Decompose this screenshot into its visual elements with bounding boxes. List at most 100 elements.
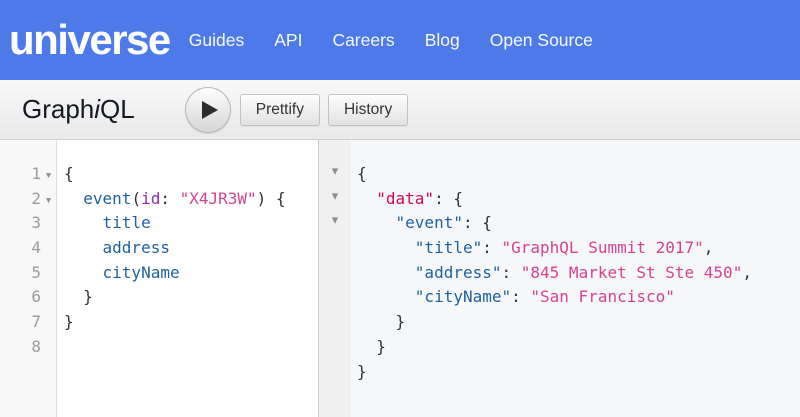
line-number: 5 <box>31 261 41 286</box>
query-code[interactable]: { event(id: "X4JR3W") { title address ci… <box>57 140 318 417</box>
fold-slot <box>319 335 351 360</box>
code-line: event(id: "X4JR3W") { <box>64 187 318 212</box>
code-token: } <box>64 312 74 331</box>
gutter-row: 5 <box>0 261 56 286</box>
fold-arrow-icon[interactable]: ▾ <box>41 187 56 214</box>
code-line: "address": "845 Market St Ste 450", <box>357 261 800 286</box>
history-button[interactable]: History <box>328 94 408 126</box>
code-token <box>357 263 415 282</box>
code-line <box>64 335 318 360</box>
code-line: address <box>64 236 318 261</box>
code-line: } <box>64 310 318 335</box>
nav-item-guides[interactable]: Guides <box>189 30 244 51</box>
fold-slot <box>319 360 351 385</box>
gutter-row: 1▾ <box>0 162 56 187</box>
graphiql-toolbar: GraphiQL Prettify History <box>0 80 800 140</box>
code-line: } <box>357 360 800 385</box>
code-token: cityName <box>103 263 180 282</box>
code-token: title <box>103 213 151 232</box>
code-token: } <box>357 312 405 331</box>
execute-button[interactable] <box>185 87 231 133</box>
code-token: "San Francisco" <box>530 287 675 306</box>
gutter-row: 7 <box>0 310 56 335</box>
code-line: title <box>64 211 318 236</box>
main-nav: Guides API Careers Blog Open Source <box>189 30 623 51</box>
editor-area: 1▾2▾345678 { event(id: "X4JR3W") { title… <box>0 140 800 417</box>
code-token: : <box>502 263 521 282</box>
code-token: "cityName" <box>415 287 511 306</box>
line-number: 4 <box>31 236 41 261</box>
code-token <box>357 238 415 257</box>
code-line: } <box>357 310 800 335</box>
code-line: { <box>357 162 800 187</box>
code-token: } <box>64 287 93 306</box>
line-number: 2 <box>31 187 41 212</box>
fold-slot <box>319 261 351 286</box>
code-token: address <box>103 238 170 257</box>
line-number: 1 <box>31 162 41 187</box>
nav-item-blog[interactable]: Blog <box>425 30 460 51</box>
fold-slot <box>319 236 351 261</box>
code-line: { <box>64 162 318 187</box>
fold-arrow-icon[interactable]: ▾ <box>319 211 351 236</box>
code-line: "cityName": "San Francisco" <box>357 285 800 310</box>
code-token: "address" <box>415 263 502 282</box>
fold-arrow-icon[interactable]: ▾ <box>41 162 56 189</box>
fold-slot <box>319 285 351 310</box>
code-line: "event": { <box>357 211 800 236</box>
play-icon <box>202 101 218 119</box>
result-fold-gutter: ▾▾▾ <box>318 140 351 417</box>
code-token: : { <box>463 213 492 232</box>
site-header: universe Guides API Careers Blog Open Source <box>0 0 800 80</box>
code-token: { <box>357 164 367 183</box>
code-token: } <box>357 362 367 381</box>
code-token: "title" <box>415 238 482 257</box>
nav-item-api[interactable]: API <box>274 30 302 51</box>
gutter-row: 4 <box>0 236 56 261</box>
code-token: : <box>482 238 501 257</box>
code-token: event <box>83 189 131 208</box>
code-token: "GraphQL Summit 2017" <box>502 238 704 257</box>
page: universe Guides API Careers Blog Open Source… <box>0 0 800 417</box>
code-line: } <box>357 335 800 360</box>
line-number: 7 <box>31 310 41 335</box>
code-token: ) { <box>257 189 286 208</box>
result-viewer: { "data": { "event": { "title": "GraphQL… <box>351 140 800 417</box>
code-token: : <box>511 287 530 306</box>
gutter-row: 8 <box>0 335 56 360</box>
gutter-row: 2▾ <box>0 187 56 212</box>
nav-item-open-source[interactable]: Open Source <box>490 30 593 51</box>
code-token <box>64 213 103 232</box>
code-token <box>64 238 103 257</box>
code-line: "title": "GraphQL Summit 2017", <box>357 236 800 261</box>
code-line: "data": { <box>357 187 800 212</box>
code-line: } <box>64 285 318 310</box>
query-editor[interactable]: 1▾2▾345678 { event(id: "X4JR3W") { title… <box>0 140 318 417</box>
nav-item-careers[interactable]: Careers <box>332 30 394 51</box>
fold-arrow-icon[interactable]: ▾ <box>319 187 351 212</box>
code-token: : { <box>434 189 463 208</box>
code-line: cityName <box>64 261 318 286</box>
code-token: } <box>357 337 386 356</box>
code-token <box>357 189 376 208</box>
fold-slot <box>319 310 351 335</box>
graphiql-title-post: QL <box>100 94 135 124</box>
code-token: { <box>64 164 74 183</box>
code-token: id <box>141 189 160 208</box>
prettify-button[interactable]: Prettify <box>240 94 320 126</box>
code-token: : <box>160 189 179 208</box>
fold-arrow-icon[interactable]: ▾ <box>319 162 351 187</box>
code-token: "event" <box>396 213 463 232</box>
code-token: "X4JR3W" <box>180 189 257 208</box>
code-token: , <box>704 238 714 257</box>
code-token: , <box>742 263 752 282</box>
gutter-row: 3 <box>0 211 56 236</box>
code-token <box>357 213 396 232</box>
line-number: 6 <box>31 285 41 310</box>
gutter-row: 6 <box>0 285 56 310</box>
line-number: 3 <box>31 211 41 236</box>
universe-logo[interactable]: universe <box>9 19 170 61</box>
graphiql-title: GraphiQL <box>22 94 135 125</box>
code-token: "845 Market St Ste 450" <box>521 263 743 282</box>
code-token: "data" <box>376 189 434 208</box>
